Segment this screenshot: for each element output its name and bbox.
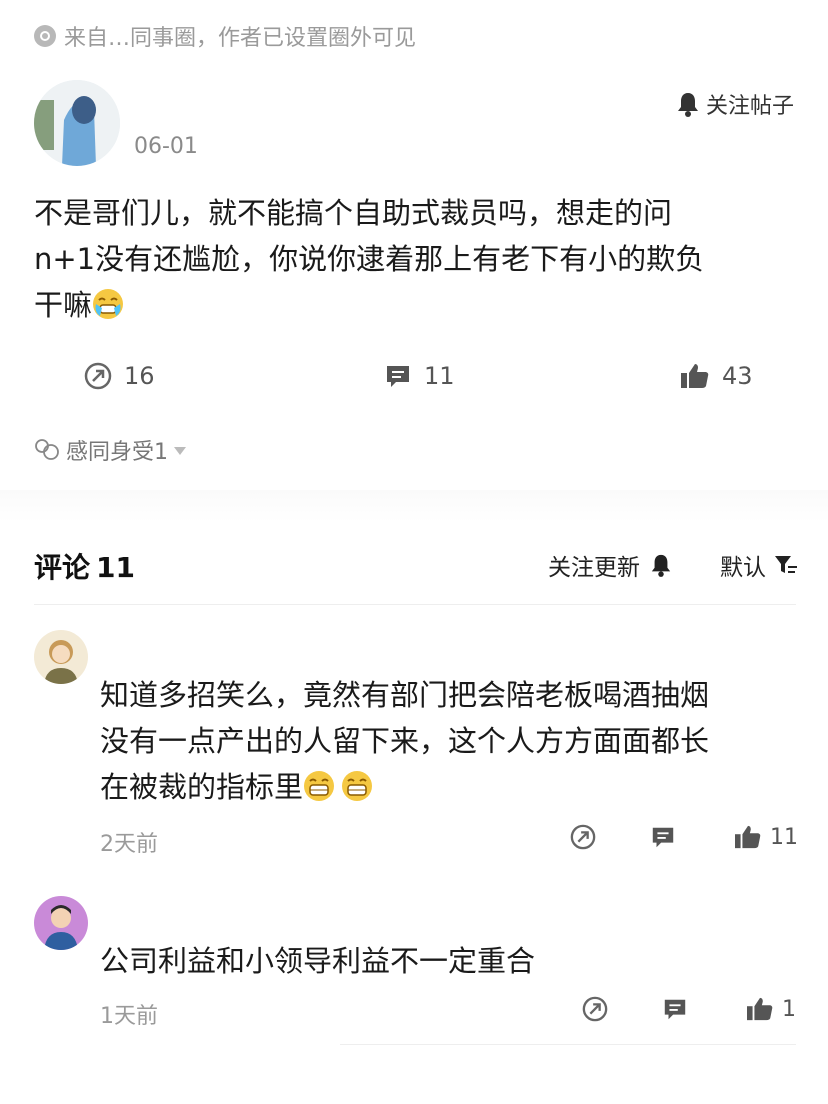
comment-share-button[interactable] bbox=[582, 996, 616, 1022]
section-divider bbox=[0, 490, 828, 522]
comment-count: 11 bbox=[424, 362, 455, 390]
post-body-line: 不是哥们儿，就不能搞个自助式裁员吗，想走的问 bbox=[34, 196, 673, 230]
follow-updates-label: 关注更新 bbox=[548, 555, 640, 581]
comment-time: 1天前 bbox=[100, 1004, 158, 1029]
post-date: 06-01 bbox=[134, 134, 198, 159]
comment-reply-button[interactable] bbox=[650, 824, 684, 850]
chevron-down-icon bbox=[174, 447, 186, 455]
comment-icon bbox=[387, 366, 409, 387]
comment-button[interactable]: 11 bbox=[384, 362, 455, 390]
share-icon bbox=[582, 996, 608, 1022]
grin-emoji-icon bbox=[304, 771, 335, 801]
follow-updates-button[interactable]: 关注更新 bbox=[548, 548, 672, 582]
bell-icon bbox=[677, 93, 698, 117]
like-count: 43 bbox=[722, 362, 753, 390]
commenter-avatar[interactable] bbox=[34, 896, 88, 950]
share-icon bbox=[570, 824, 596, 850]
comment-reply-button[interactable] bbox=[662, 996, 696, 1022]
eye-icon bbox=[34, 25, 56, 47]
comment-like-button[interactable]: 1 bbox=[746, 996, 796, 1022]
divider bbox=[340, 1044, 796, 1045]
sort-label: 默认 bbox=[720, 555, 766, 581]
sort-dropdown[interactable]: 默认 bbox=[720, 548, 798, 582]
source-text: 来自…同事圈，作者已设置圈外可见 bbox=[64, 26, 417, 51]
thumbs-up-icon bbox=[681, 364, 709, 388]
grin-emoji-icon bbox=[342, 771, 373, 801]
filter-icon bbox=[775, 556, 797, 573]
follow-post-label: 关注帖子 bbox=[705, 94, 794, 119]
share-button[interactable]: 16 bbox=[84, 362, 155, 390]
reactions-summary[interactable]: 感同身受1 bbox=[34, 434, 186, 466]
comment-icon bbox=[652, 827, 674, 848]
share-count: 16 bbox=[124, 362, 155, 390]
source-visibility-note: 来自…同事圈，作者已设置圈外可见 bbox=[34, 20, 416, 52]
comment-like-count: 1 bbox=[782, 996, 796, 1022]
share-icon bbox=[84, 362, 112, 390]
comment-text: 知道多招笑么，竟然有部门把会陪老板喝酒抽烟 没有一点产出的人留下来，这个人方方面… bbox=[100, 678, 710, 804]
like-button[interactable]: 43 bbox=[680, 362, 753, 390]
comment-text: 公司利益和小领导利益不一定重合 bbox=[100, 944, 536, 978]
comments-title: 评论 11 bbox=[34, 551, 135, 584]
comment-share-button[interactable] bbox=[570, 824, 604, 850]
thumbs-up-icon bbox=[747, 997, 773, 1021]
comment-icon bbox=[664, 999, 686, 1020]
author-avatar[interactable] bbox=[34, 80, 120, 166]
comment-like-button[interactable]: 11 bbox=[734, 824, 798, 850]
post-body: 不是哥们儿，就不能搞个自助式裁员吗，想走的问 n+1没有还尴尬，你说你逮着那上有… bbox=[34, 190, 804, 328]
comment-time: 2天前 bbox=[100, 832, 158, 857]
follow-post-button[interactable]: 关注帖子 bbox=[676, 88, 794, 120]
thumbs-up-icon bbox=[735, 825, 761, 849]
reaction-text: 感同身受1 bbox=[66, 440, 168, 465]
comment-like-count: 11 bbox=[770, 824, 798, 850]
post-body-line: n+1没有还尴尬，你说你逮着那上有老下有小的欺负 bbox=[34, 242, 705, 276]
bell-icon bbox=[651, 554, 671, 577]
laugh-cry-emoji-icon bbox=[93, 289, 124, 319]
divider bbox=[34, 604, 796, 605]
post-body-line-last: 干嘛 bbox=[34, 282, 804, 328]
commenter-avatar[interactable] bbox=[34, 630, 88, 684]
reaction-icon bbox=[35, 439, 59, 460]
comments-count: 11 bbox=[96, 551, 135, 584]
